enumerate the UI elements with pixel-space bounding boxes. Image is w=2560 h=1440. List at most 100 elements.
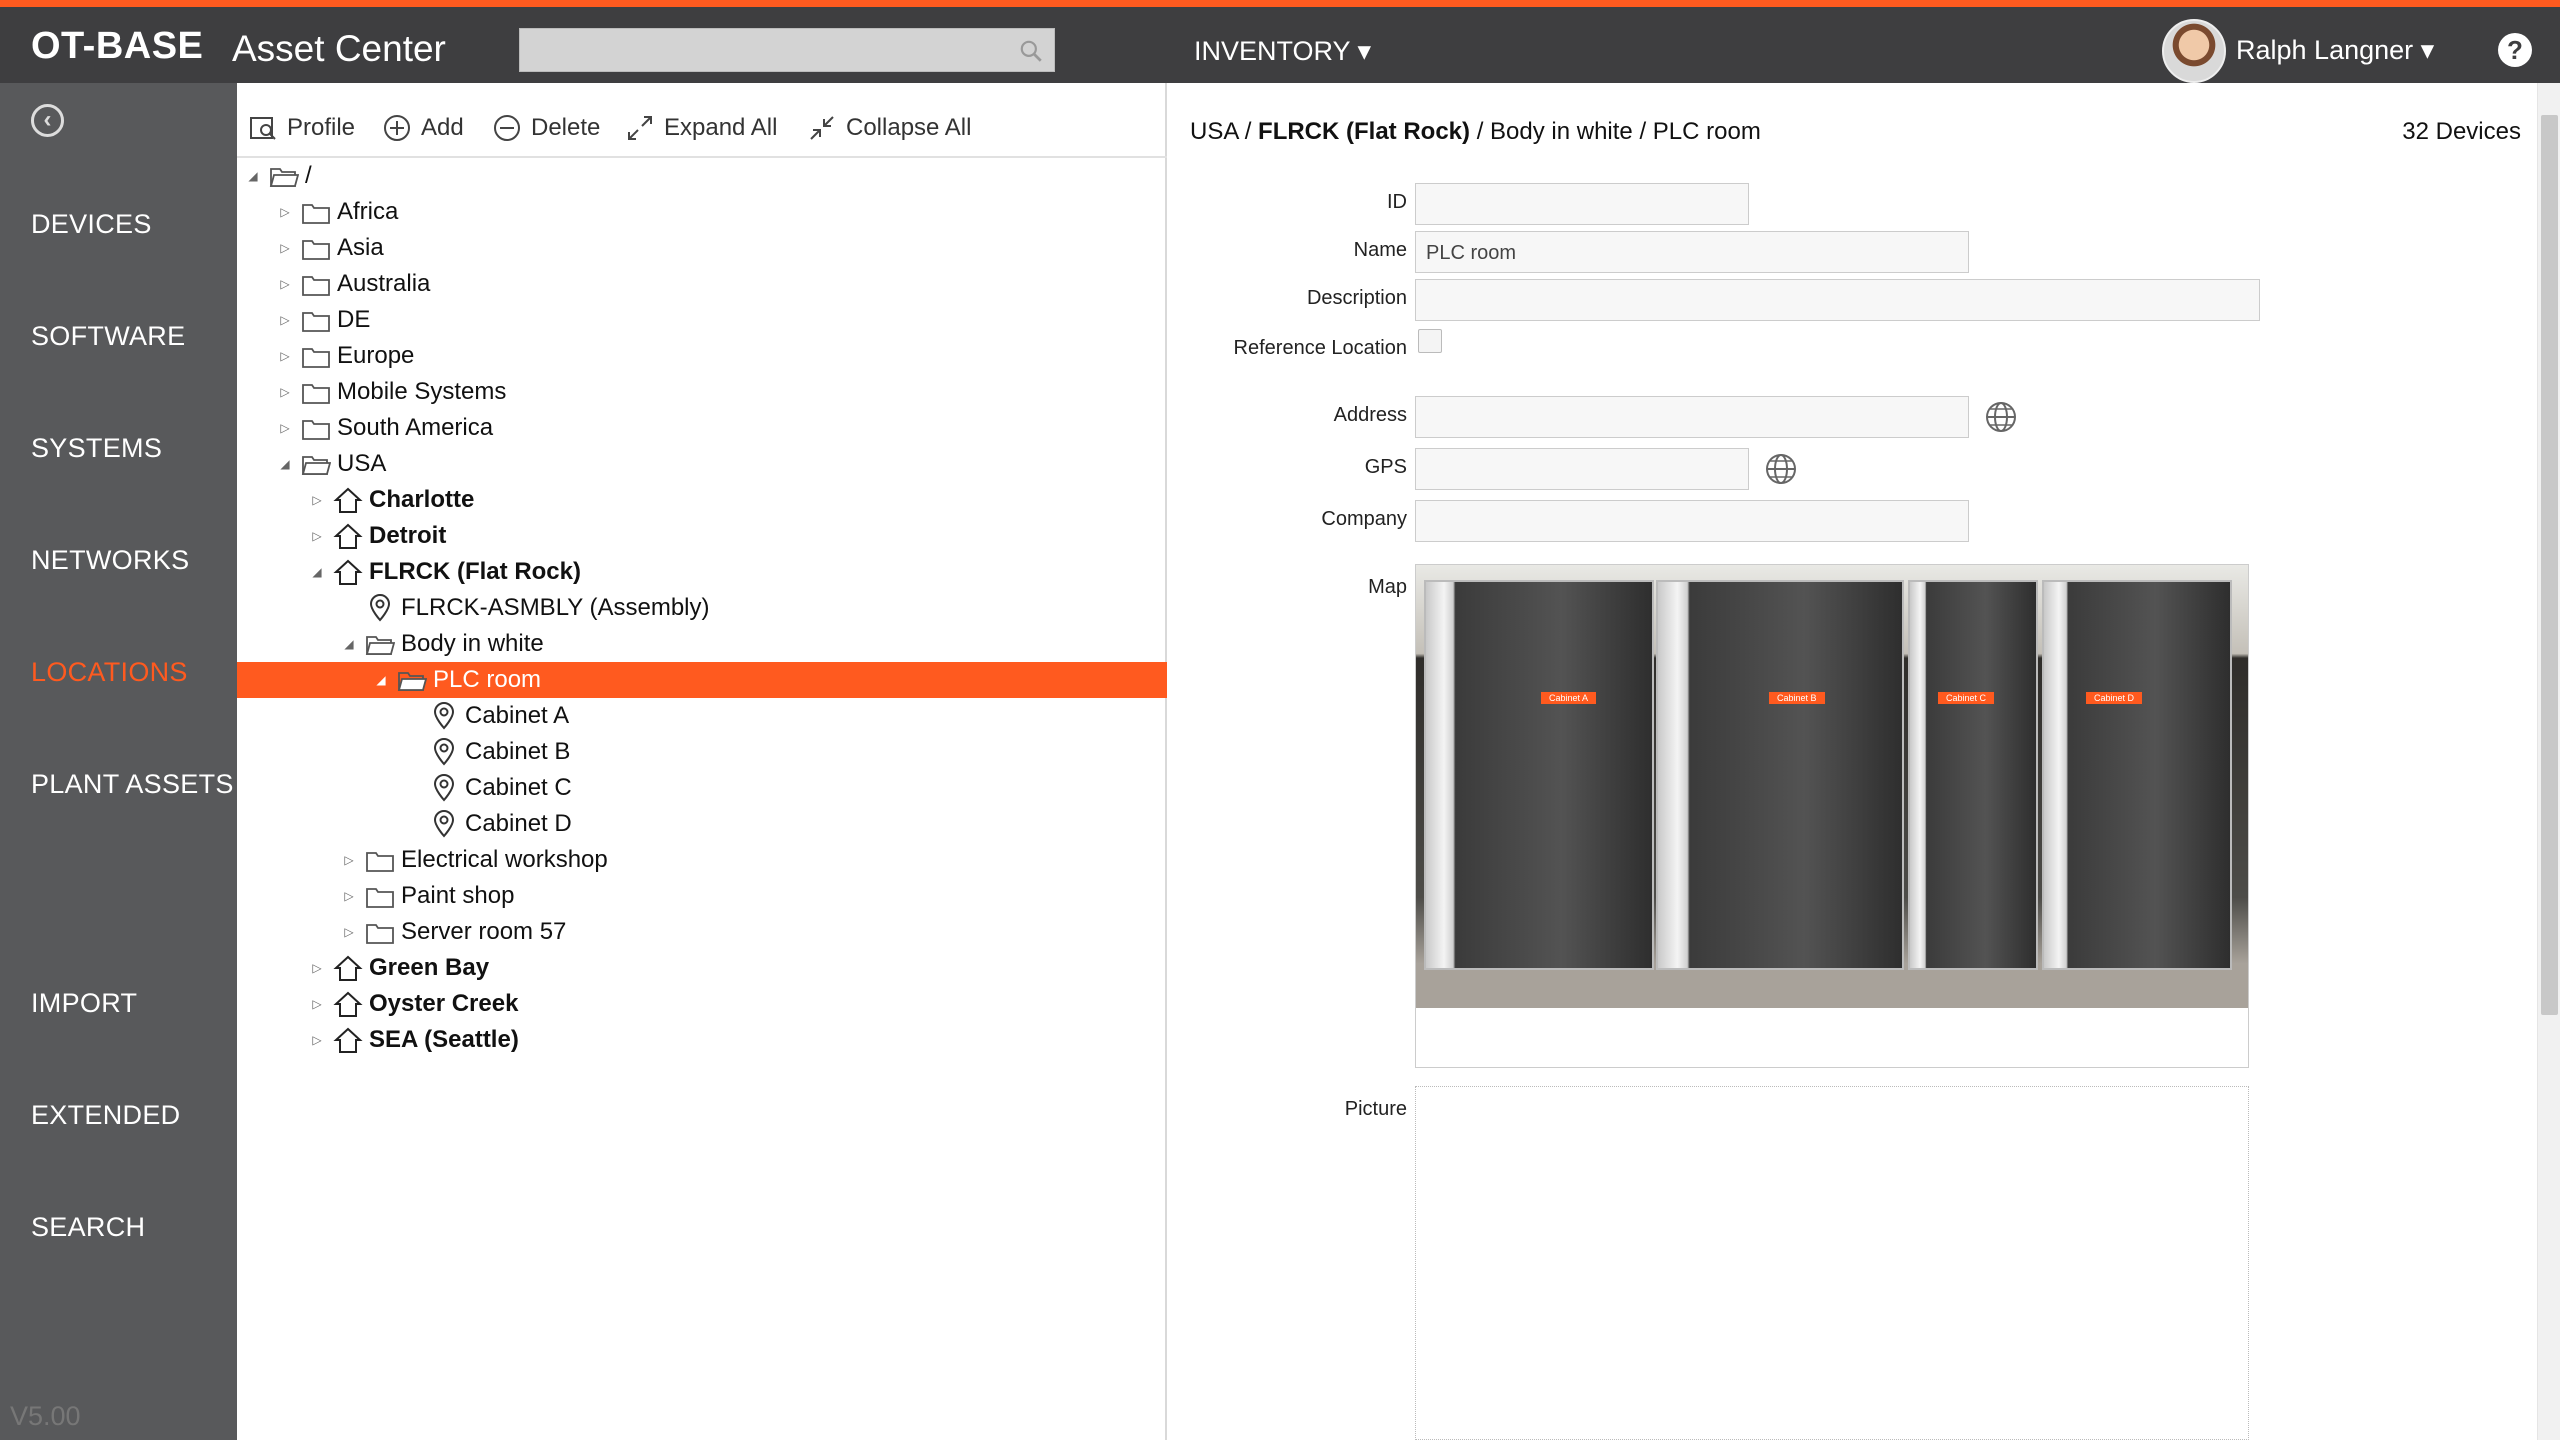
map-marker-cabinet-b[interactable]: Cabinet B <box>1769 692 1825 704</box>
tree-row-south-america[interactable]: ▷ South America <box>237 410 1167 446</box>
sidebar-item-software[interactable]: SOFTWARE <box>31 321 185 352</box>
collapsed-caret-icon[interactable]: ▷ <box>341 852 357 868</box>
tree-node-label: South America <box>337 414 494 441</box>
tree-row-flrck-asmbly[interactable]: FLRCK-ASMBLY (Assembly) <box>237 590 1167 626</box>
expand-all-button[interactable]: Expand All <box>624 112 777 144</box>
tree-row-cabinet-a[interactable]: Cabinet A <box>237 698 1167 734</box>
sidebar-item-search[interactable]: SEARCH <box>31 1212 145 1243</box>
description-field[interactable] <box>1415 279 2260 321</box>
address-field[interactable] <box>1415 396 1969 438</box>
tree-node-label: Server room 57 <box>401 918 567 945</box>
collapsed-caret-icon[interactable]: ▷ <box>277 276 293 292</box>
sidebar-item-plant-assets[interactable]: PLANT ASSETS <box>31 769 234 800</box>
breadcrumb-suffix[interactable]: / Body in white / PLC room <box>1470 118 1761 145</box>
profile-button[interactable]: Profile <box>247 112 355 144</box>
tree-row-body-in-white[interactable]: ◢ Body in white <box>237 626 1167 662</box>
add-button[interactable]: Add <box>381 112 464 144</box>
address-globe-icon[interactable] <box>1983 399 2019 435</box>
delete-icon <box>494 115 520 141</box>
expanded-caret-icon[interactable]: ◢ <box>373 672 389 688</box>
breadcrumb-site[interactable]: FLRCK (Flat Rock) <box>1258 118 1470 145</box>
expanded-caret-icon[interactable]: ◢ <box>245 168 261 184</box>
tree-row-plc-room[interactable]: ◢ PLC room <box>237 662 1167 698</box>
tree-row-green-bay[interactable]: ▷ Green Bay <box>237 950 1167 986</box>
tree-row-electrical-workshop[interactable]: ▷ Electrical workshop <box>237 842 1167 878</box>
collapsed-caret-icon[interactable]: ▷ <box>309 1032 325 1048</box>
breadcrumb-prefix[interactable]: USA / <box>1190 118 1258 145</box>
tree-row-flrck[interactable]: ◢ FLRCK (Flat Rock) <box>237 554 1167 590</box>
collapsed-caret-icon[interactable]: ▷ <box>277 204 293 220</box>
sidebar-item-networks[interactable]: NETWORKS <box>31 545 189 576</box>
sidebar-item-systems[interactable]: SYSTEMS <box>31 433 162 464</box>
tree-row-sea[interactable]: ▷ SEA (Seattle) <box>237 1022 1167 1058</box>
no-caret <box>405 816 421 832</box>
sidebar-item-extended[interactable]: EXTENDED <box>31 1100 180 1131</box>
tree-row-asia[interactable]: ▷ Asia <box>237 230 1167 266</box>
detail-scrollbar[interactable] <box>2537 83 2560 1440</box>
id-field[interactable] <box>1415 183 1749 225</box>
map-marker-cabinet-d[interactable]: Cabinet D <box>2086 692 2143 704</box>
tree-row-usa[interactable]: ◢ USA <box>237 446 1167 482</box>
collapsed-caret-icon[interactable]: ▷ <box>309 996 325 1012</box>
tree-row-cabinet-d[interactable]: Cabinet D <box>237 806 1167 842</box>
gps-field[interactable] <box>1415 448 1749 490</box>
map-marker-cabinet-c[interactable]: Cabinet C <box>1938 692 1995 704</box>
inventory-menu[interactable]: INVENTORY ▾ <box>1194 36 1371 67</box>
company-field[interactable] <box>1415 500 1969 542</box>
tree-row-paint-shop[interactable]: ▷ Paint shop <box>237 878 1167 914</box>
tree-row-australia[interactable]: ▷ Australia <box>237 266 1167 302</box>
ot-base-logo[interactable]: OT-BASE <box>31 25 203 68</box>
collapsed-caret-icon[interactable]: ▷ <box>309 960 325 976</box>
tree-row-africa[interactable]: ▷ Africa <box>237 194 1167 230</box>
tree-row-cabinet-b[interactable]: Cabinet B <box>237 734 1167 770</box>
collapsed-caret-icon[interactable]: ▷ <box>309 492 325 508</box>
folder-icon <box>301 414 337 442</box>
pin-icon <box>429 702 465 730</box>
sidebar-item-import[interactable]: IMPORT <box>31 988 137 1019</box>
collapsed-caret-icon[interactable]: ▷ <box>309 528 325 544</box>
cabinet-a-image <box>1424 580 1654 970</box>
picture-dropzone[interactable] <box>1415 1086 2249 1440</box>
help-icon[interactable]: ? <box>2498 33 2532 67</box>
sidebar-item-locations[interactable]: LOCATIONS <box>31 657 188 688</box>
expanded-caret-icon[interactable]: ◢ <box>341 636 357 652</box>
folder-icon <box>365 846 401 874</box>
gps-globe-icon[interactable] <box>1763 451 1799 487</box>
pin-icon <box>365 594 401 622</box>
delete-button[interactable]: Delete <box>491 112 600 144</box>
tree-row-root[interactable]: ◢ / <box>237 158 1167 194</box>
map-marker-cabinet-a[interactable]: Cabinet A <box>1541 692 1597 704</box>
global-search-input[interactable] <box>519 28 1055 72</box>
collapsed-caret-icon[interactable]: ▷ <box>341 924 357 940</box>
scrollbar-thumb[interactable] <box>2541 115 2558 1015</box>
tree-row-cabinet-c[interactable]: Cabinet C <box>237 770 1167 806</box>
collapsed-caret-icon[interactable]: ▷ <box>277 312 293 328</box>
reference-location-checkbox[interactable] <box>1418 329 1442 353</box>
tree-row-mobile-systems[interactable]: ▷ Mobile Systems <box>237 374 1167 410</box>
location-map[interactable]: Cabinet A Cabinet B Cabinet C Cabinet D <box>1415 564 2249 1068</box>
tree-row-server-room-57[interactable]: ▷ Server room 57 <box>237 914 1167 950</box>
pin-icon <box>429 738 465 766</box>
tree-row-de[interactable]: ▷ DE <box>237 302 1167 338</box>
expanded-caret-icon[interactable]: ◢ <box>309 564 325 580</box>
collapse-all-button[interactable]: Collapse All <box>806 112 971 144</box>
collapsed-caret-icon[interactable]: ▷ <box>277 384 293 400</box>
search-icon[interactable] <box>1018 38 1044 64</box>
tree-row-charlotte[interactable]: ▷ Charlotte <box>237 482 1167 518</box>
user-avatar[interactable] <box>2162 19 2226 83</box>
sidebar-item-devices[interactable]: DEVICES <box>31 209 152 240</box>
tree-row-detroit[interactable]: ▷ Detroit <box>237 518 1167 554</box>
device-count[interactable]: 32 Devices <box>2402 118 2521 146</box>
tree-row-europe[interactable]: ▷ Europe <box>237 338 1167 374</box>
collapsed-caret-icon[interactable]: ▷ <box>341 888 357 904</box>
site-icon <box>333 954 369 982</box>
site-icon <box>333 486 369 514</box>
name-field[interactable]: PLC room <box>1415 231 1969 273</box>
expanded-caret-icon[interactable]: ◢ <box>277 456 293 472</box>
user-menu[interactable]: Ralph Langner ▾ <box>2236 35 2434 66</box>
collapse-sidebar-icon[interactable]: ‹ <box>31 104 64 137</box>
tree-row-oyster-creek[interactable]: ▷ Oyster Creek <box>237 986 1167 1022</box>
collapsed-caret-icon[interactable]: ▷ <box>277 420 293 436</box>
collapsed-caret-icon[interactable]: ▷ <box>277 348 293 364</box>
collapsed-caret-icon[interactable]: ▷ <box>277 240 293 256</box>
